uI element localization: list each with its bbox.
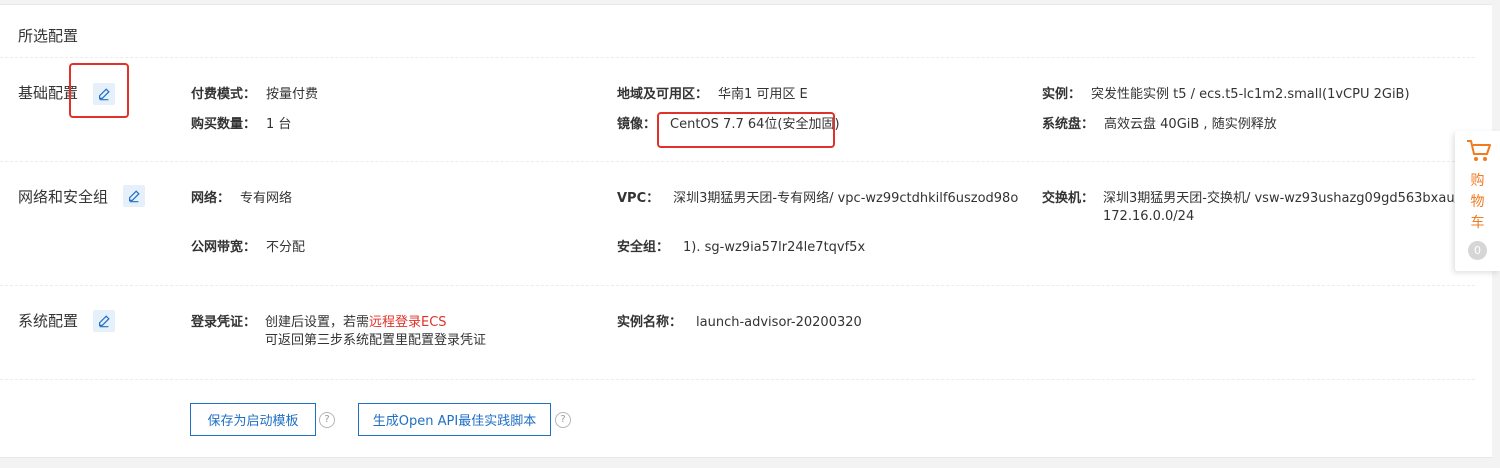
cart-label-char: 物 [1470,194,1485,210]
highlight-box-image [657,112,835,148]
value-network: 专有网络 [240,191,293,206]
cart-label: 购物车 [1455,171,1500,234]
label-system-disk: 系统盘： [1042,117,1095,132]
help-icon[interactable]: ? [319,412,335,428]
label-instance-name: 实例名称： [617,315,683,330]
cart-count-badge: 0 [1468,241,1487,260]
field-instance: 实例： 突发性能实例 t5 / ecs.t5-lc1m2.small(1vCPU … [1042,86,1410,104]
field-vpc: VPC： 深圳3期猛男天团-专有网络/ vpc-wz99ctdhkilf6uszo… [617,190,1018,208]
field-region: 地域及可用区： 华南1 可用区 E [617,86,808,104]
label-network: 网络： [191,191,231,206]
label-login: 登录凭证： [191,315,257,330]
field-bandwidth: 公网带宽： 不分配 [191,239,305,257]
divider [0,161,1475,162]
cart-label-char: 车 [1470,215,1485,231]
field-login-label: 登录凭证： [191,314,256,332]
field-quantity: 购买数量： 1 台 [191,116,291,134]
label-security-group: 安全组： [617,240,670,255]
label-bandwidth: 公网带宽： [191,240,257,255]
label-region: 地域及可用区： [617,87,709,102]
value-vswitch: 深圳3期猛男天团-交换机/ vsw-wz93ushazg09gd563bxau/… [1103,190,1459,226]
value-security-group: 1). sg-wz9ia57lr24le7tqvf5x [683,240,866,255]
value-login: 创建后设置，若需远程登录ECS 可返回第三步系统配置里配置登录凭证 [265,314,486,350]
cart-icon [1467,140,1491,161]
label-image: 镜像： [617,117,657,132]
value-system-disk: 高效云盘 40GiB , 随实例释放 [1104,117,1277,132]
value-vswitch-line2: 172.16.0.0/24 [1103,209,1195,224]
field-pay-mode: 付费模式： 按量付费 [191,86,318,104]
label-vswitch: 交换机： [1042,191,1095,206]
value-vswitch-line1: 深圳3期猛男天团-交换机/ vsw-wz93ushazg09gd563bxau/ [1103,191,1459,206]
field-system-disk: 系统盘： 高效云盘 40GiB , 随实例释放 [1042,116,1277,134]
field-instance-name: 实例名称： launch-advisor-20200320 [617,314,862,332]
value-instance-name: launch-advisor-20200320 [696,315,862,330]
value-vpc: 深圳3期猛男天团-专有网络/ vpc-wz99ctdhkilf6uszod98o [673,191,1019,206]
label-instance: 实例： [1042,87,1082,102]
panel-title: 所选配置 [18,27,79,45]
divider [0,285,1475,286]
section-title-network: 网络和安全组 [18,188,109,206]
field-security-group: 安全组： 1). sg-wz9ia57lr24le7tqvf5x [617,239,865,257]
selected-config-panel: 所选配置 基础配置 付费模式： 按量付费 购买数量： 1 台 地域及可用区： 华南1 … [0,4,1492,458]
edit-network-icon[interactable] [123,185,145,207]
highlight-box-edit [69,63,129,118]
label-vpc: VPC： [617,191,660,206]
value-quantity: 1 台 [266,117,292,132]
label-quantity: 购买数量： [191,117,257,132]
help-icon[interactable]: ? [555,412,571,428]
generate-script-button[interactable]: 生成Open API最佳实践脚本 [358,403,551,436]
label-pay-mode: 付费模式： [191,87,257,102]
value-pay-mode: 按量付费 [266,87,319,102]
save-template-button[interactable]: 保存为启动模板 [190,403,316,436]
cart-label-char: 购 [1470,173,1485,189]
field-vswitch-label: 交换机： [1042,190,1094,208]
field-network: 网络： 专有网络 [191,190,292,208]
value-login-prefix: 创建后设置，若需 [265,315,370,330]
section-title-system: 系统配置 [18,312,79,330]
edit-system-icon[interactable] [93,310,115,332]
value-login-line2: 可返回第三步系统配置里配置登录凭证 [265,333,487,348]
remote-login-link[interactable]: 远程登录ECS [369,315,447,330]
divider [0,57,1475,58]
value-instance: 突发性能实例 t5 / ecs.t5-lc1m2.small(1vCPU 2Gi… [1091,87,1410,102]
divider [0,379,1475,380]
value-bandwidth: 不分配 [266,240,306,255]
value-region: 华南1 可用区 E [718,87,808,102]
shopping-cart-widget[interactable]: 购物车 0 [1455,131,1500,271]
